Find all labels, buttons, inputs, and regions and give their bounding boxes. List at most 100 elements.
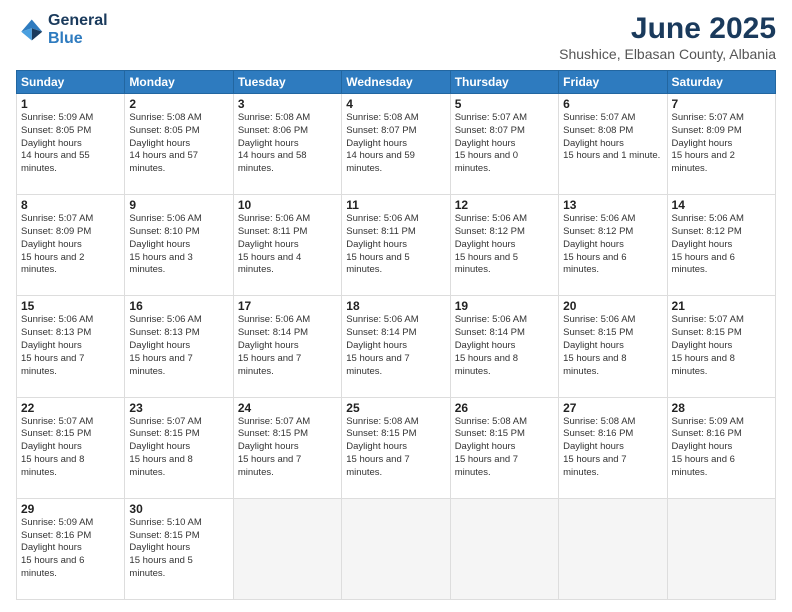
calendar-cell: 27Sunrise: 5:08 AMSunset: 8:16 PMDayligh… bbox=[559, 397, 667, 498]
cell-info: Sunrise: 5:08 AMSunset: 8:16 PMDaylight … bbox=[563, 416, 662, 480]
calendar-body: 1Sunrise: 5:09 AMSunset: 8:05 PMDaylight… bbox=[17, 94, 776, 600]
day-number: 23 bbox=[129, 401, 228, 415]
calendar-cell: 4Sunrise: 5:08 AMSunset: 8:07 PMDaylight… bbox=[342, 94, 450, 195]
calendar-cell: 19Sunrise: 5:06 AMSunset: 8:14 PMDayligh… bbox=[450, 296, 558, 397]
cell-info: Sunrise: 5:07 AMSunset: 8:08 PMDaylight … bbox=[563, 112, 662, 163]
cell-info: Sunrise: 5:08 AMSunset: 8:05 PMDaylight … bbox=[129, 112, 228, 176]
calendar-week-2: 8Sunrise: 5:07 AMSunset: 8:09 PMDaylight… bbox=[17, 195, 776, 296]
day-number: 17 bbox=[238, 299, 337, 313]
day-number: 24 bbox=[238, 401, 337, 415]
cell-info: Sunrise: 5:09 AMSunset: 8:16 PMDaylight … bbox=[672, 416, 771, 480]
cell-info: Sunrise: 5:06 AMSunset: 8:14 PMDaylight … bbox=[455, 314, 554, 378]
day-number: 16 bbox=[129, 299, 228, 313]
calendar-week-1: 1Sunrise: 5:09 AMSunset: 8:05 PMDaylight… bbox=[17, 94, 776, 195]
calendar-cell: 2Sunrise: 5:08 AMSunset: 8:05 PMDaylight… bbox=[125, 94, 233, 195]
day-number: 11 bbox=[346, 198, 445, 212]
cell-info: Sunrise: 5:07 AMSunset: 8:15 PMDaylight … bbox=[672, 314, 771, 378]
day-number: 3 bbox=[238, 97, 337, 111]
weekday-header-friday: Friday bbox=[559, 71, 667, 94]
day-number: 7 bbox=[672, 97, 771, 111]
day-number: 2 bbox=[129, 97, 228, 111]
weekday-header-tuesday: Tuesday bbox=[233, 71, 341, 94]
day-number: 27 bbox=[563, 401, 662, 415]
calendar-cell: 12Sunrise: 5:06 AMSunset: 8:12 PMDayligh… bbox=[450, 195, 558, 296]
day-number: 8 bbox=[21, 198, 120, 212]
cell-info: Sunrise: 5:06 AMSunset: 8:15 PMDaylight … bbox=[563, 314, 662, 378]
cell-info: Sunrise: 5:06 AMSunset: 8:12 PMDaylight … bbox=[563, 213, 662, 277]
cell-info: Sunrise: 5:07 AMSunset: 8:15 PMDaylight … bbox=[21, 416, 120, 480]
cell-info: Sunrise: 5:07 AMSunset: 8:07 PMDaylight … bbox=[455, 112, 554, 176]
calendar-cell: 11Sunrise: 5:06 AMSunset: 8:11 PMDayligh… bbox=[342, 195, 450, 296]
calendar-cell: 10Sunrise: 5:06 AMSunset: 8:11 PMDayligh… bbox=[233, 195, 341, 296]
cell-info: Sunrise: 5:07 AMSunset: 8:15 PMDaylight … bbox=[129, 416, 228, 480]
day-number: 28 bbox=[672, 401, 771, 415]
weekday-header-wednesday: Wednesday bbox=[342, 71, 450, 94]
day-number: 20 bbox=[563, 299, 662, 313]
calendar-cell: 22Sunrise: 5:07 AMSunset: 8:15 PMDayligh… bbox=[17, 397, 125, 498]
page: General Blue June 2025 Shushice, Elbasan… bbox=[0, 0, 792, 612]
cell-info: Sunrise: 5:06 AMSunset: 8:14 PMDaylight … bbox=[238, 314, 337, 378]
cell-info: Sunrise: 5:07 AMSunset: 8:09 PMDaylight … bbox=[21, 213, 120, 277]
weekday-header-saturday: Saturday bbox=[667, 71, 775, 94]
calendar-cell: 7Sunrise: 5:07 AMSunset: 8:09 PMDaylight… bbox=[667, 94, 775, 195]
calendar-cell: 20Sunrise: 5:06 AMSunset: 8:15 PMDayligh… bbox=[559, 296, 667, 397]
day-number: 1 bbox=[21, 97, 120, 111]
logo-text: General Blue bbox=[48, 12, 108, 47]
day-number: 26 bbox=[455, 401, 554, 415]
day-number: 13 bbox=[563, 198, 662, 212]
cell-info: Sunrise: 5:06 AMSunset: 8:10 PMDaylight … bbox=[129, 213, 228, 277]
cell-info: Sunrise: 5:08 AMSunset: 8:07 PMDaylight … bbox=[346, 112, 445, 176]
cell-info: Sunrise: 5:09 AMSunset: 8:16 PMDaylight … bbox=[21, 517, 120, 581]
calendar-cell: 15Sunrise: 5:06 AMSunset: 8:13 PMDayligh… bbox=[17, 296, 125, 397]
calendar-cell: 28Sunrise: 5:09 AMSunset: 8:16 PMDayligh… bbox=[667, 397, 775, 498]
cell-info: Sunrise: 5:09 AMSunset: 8:05 PMDaylight … bbox=[21, 112, 120, 176]
cell-info: Sunrise: 5:10 AMSunset: 8:15 PMDaylight … bbox=[129, 517, 228, 581]
main-title: June 2025 bbox=[559, 12, 776, 46]
cell-info: Sunrise: 5:06 AMSunset: 8:13 PMDaylight … bbox=[21, 314, 120, 378]
day-number: 21 bbox=[672, 299, 771, 313]
cell-info: Sunrise: 5:07 AMSunset: 8:09 PMDaylight … bbox=[672, 112, 771, 176]
day-number: 22 bbox=[21, 401, 120, 415]
calendar-cell bbox=[667, 498, 775, 599]
cell-info: Sunrise: 5:06 AMSunset: 8:12 PMDaylight … bbox=[672, 213, 771, 277]
day-number: 14 bbox=[672, 198, 771, 212]
day-number: 6 bbox=[563, 97, 662, 111]
cell-info: Sunrise: 5:07 AMSunset: 8:15 PMDaylight … bbox=[238, 416, 337, 480]
weekday-header-monday: Monday bbox=[125, 71, 233, 94]
calendar-cell bbox=[233, 498, 341, 599]
day-number: 12 bbox=[455, 198, 554, 212]
day-number: 15 bbox=[21, 299, 120, 313]
cell-info: Sunrise: 5:08 AMSunset: 8:06 PMDaylight … bbox=[238, 112, 337, 176]
calendar-cell: 24Sunrise: 5:07 AMSunset: 8:15 PMDayligh… bbox=[233, 397, 341, 498]
day-number: 18 bbox=[346, 299, 445, 313]
calendar-cell: 14Sunrise: 5:06 AMSunset: 8:12 PMDayligh… bbox=[667, 195, 775, 296]
calendar-cell: 13Sunrise: 5:06 AMSunset: 8:12 PMDayligh… bbox=[559, 195, 667, 296]
cell-info: Sunrise: 5:06 AMSunset: 8:11 PMDaylight … bbox=[238, 213, 337, 277]
cell-info: Sunrise: 5:06 AMSunset: 8:13 PMDaylight … bbox=[129, 314, 228, 378]
calendar-cell bbox=[342, 498, 450, 599]
calendar-cell: 21Sunrise: 5:07 AMSunset: 8:15 PMDayligh… bbox=[667, 296, 775, 397]
calendar-week-5: 29Sunrise: 5:09 AMSunset: 8:16 PMDayligh… bbox=[17, 498, 776, 599]
cell-info: Sunrise: 5:08 AMSunset: 8:15 PMDaylight … bbox=[346, 416, 445, 480]
cell-info: Sunrise: 5:08 AMSunset: 8:15 PMDaylight … bbox=[455, 416, 554, 480]
subtitle: Shushice, Elbasan County, Albania bbox=[559, 46, 776, 62]
calendar-cell: 9Sunrise: 5:06 AMSunset: 8:10 PMDaylight… bbox=[125, 195, 233, 296]
day-number: 25 bbox=[346, 401, 445, 415]
calendar-header-row: SundayMondayTuesdayWednesdayThursdayFrid… bbox=[17, 71, 776, 94]
day-number: 4 bbox=[346, 97, 445, 111]
day-number: 29 bbox=[21, 502, 120, 516]
cell-info: Sunrise: 5:06 AMSunset: 8:14 PMDaylight … bbox=[346, 314, 445, 378]
weekday-header-thursday: Thursday bbox=[450, 71, 558, 94]
calendar-cell: 18Sunrise: 5:06 AMSunset: 8:14 PMDayligh… bbox=[342, 296, 450, 397]
calendar-cell: 8Sunrise: 5:07 AMSunset: 8:09 PMDaylight… bbox=[17, 195, 125, 296]
day-number: 19 bbox=[455, 299, 554, 313]
calendar-table: SundayMondayTuesdayWednesdayThursdayFrid… bbox=[16, 70, 776, 600]
day-number: 30 bbox=[129, 502, 228, 516]
calendar-cell: 29Sunrise: 5:09 AMSunset: 8:16 PMDayligh… bbox=[17, 498, 125, 599]
header: General Blue June 2025 Shushice, Elbasan… bbox=[16, 12, 776, 62]
calendar-cell: 6Sunrise: 5:07 AMSunset: 8:08 PMDaylight… bbox=[559, 94, 667, 195]
calendar-cell: 3Sunrise: 5:08 AMSunset: 8:06 PMDaylight… bbox=[233, 94, 341, 195]
calendar-cell: 1Sunrise: 5:09 AMSunset: 8:05 PMDaylight… bbox=[17, 94, 125, 195]
title-block: June 2025 Shushice, Elbasan County, Alba… bbox=[559, 12, 776, 62]
calendar-week-3: 15Sunrise: 5:06 AMSunset: 8:13 PMDayligh… bbox=[17, 296, 776, 397]
